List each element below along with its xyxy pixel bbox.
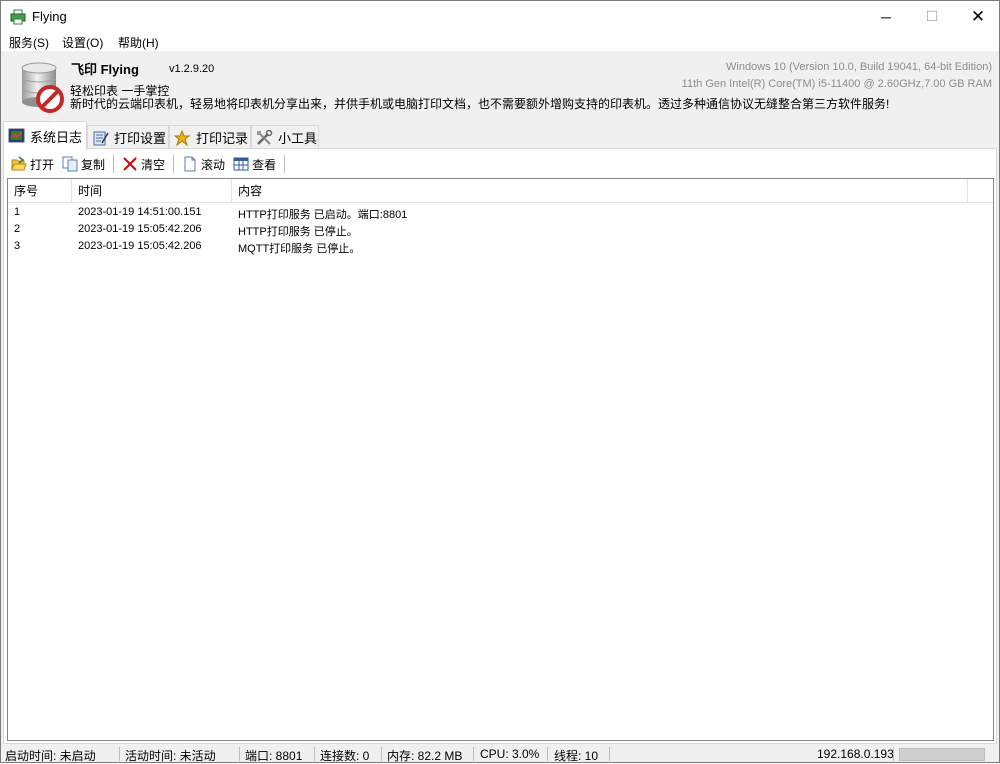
status-active-time: 活动时间: 未活动	[125, 749, 216, 763]
row-index: 1	[14, 206, 21, 218]
main-window: Flying ─ ☐ ✕ 服务(S) 设置(O) 帮助(H) 飞印 Flying…	[0, 0, 1000, 763]
printer-icon	[10, 9, 26, 25]
copy-label: 复制	[81, 157, 106, 172]
tools-icon	[257, 129, 273, 145]
log-toolbar: 打开 复制 清空 滚动 查看	[7, 152, 992, 176]
table-row[interactable]: 3 2023-01-19 15:05:42.206 MQTT打印服务 已停止。	[8, 238, 993, 255]
open-button[interactable]: 打开	[7, 153, 58, 175]
status-separator	[239, 747, 240, 761]
clear-x-icon	[123, 157, 137, 171]
column-time[interactable]: 时间	[72, 179, 232, 203]
status-separator	[314, 747, 315, 761]
status-separator	[893, 747, 894, 761]
log-list[interactable]: 序号 时间 内容 1 2023-01-19 14:51:00.151 HTTP打…	[7, 178, 994, 741]
status-threads: 线程: 10	[554, 749, 599, 763]
maximize-button[interactable]: ☐	[909, 1, 955, 32]
menu-help[interactable]: 帮助(H)	[118, 34, 159, 51]
scroll-label: 滚动	[201, 157, 226, 172]
row-time: 2023-01-19 15:05:42.206	[78, 223, 202, 235]
status-progress-bar	[899, 748, 985, 761]
status-separator	[547, 747, 548, 761]
app-version: v1.2.9.20	[169, 63, 215, 75]
status-ip: 192.168.0.193	[817, 747, 894, 761]
menu-service[interactable]: 服务(S)	[9, 34, 49, 51]
minimize-button[interactable]: ─	[863, 1, 909, 32]
column-index[interactable]: 序号	[8, 179, 72, 203]
toolbar-separator	[284, 155, 286, 173]
menu-bar: 服务(S) 设置(O) 帮助(H)	[1, 32, 999, 51]
column-content[interactable]: 内容	[232, 179, 968, 203]
scroll-button[interactable]: 滚动	[178, 153, 229, 175]
view-button[interactable]: 查看	[229, 153, 280, 175]
window-title: Flying	[32, 9, 67, 24]
close-button[interactable]: ✕	[955, 1, 1000, 32]
menu-settings[interactable]: 设置(O)	[62, 34, 103, 51]
row-index: 2	[14, 223, 21, 235]
toolbar-separator	[113, 155, 115, 173]
tab-label: 打印记录	[196, 131, 249, 146]
table-row[interactable]: 1 2023-01-19 14:51:00.151 HTTP打印服务 已启动。端…	[8, 204, 993, 221]
clear-button[interactable]: 清空	[118, 153, 169, 175]
tab-print-settings[interactable]: 打印设置	[87, 125, 169, 149]
status-separator	[609, 747, 610, 761]
list-header: 序号 时间 内容	[8, 179, 993, 203]
status-separator	[473, 747, 474, 761]
status-separator	[381, 747, 382, 761]
open-label: 打开	[30, 157, 55, 172]
status-connections: 连接数: 0	[320, 749, 370, 763]
row-content: HTTP打印服务 已停止。	[238, 226, 358, 238]
app-description: 新时代的云端印表机，轻易地将印表机分享出来，并供手机或电脑打印文档，也不需要额外…	[70, 97, 890, 111]
tab-tools[interactable]: 小工具	[251, 125, 319, 149]
status-port: 端口: 8801	[245, 749, 303, 763]
tab-system-log[interactable]: 系统日志	[3, 121, 87, 150]
clear-label: 清空	[141, 157, 166, 172]
toolbar-separator	[173, 155, 175, 173]
tab-label: 打印设置	[114, 131, 167, 146]
status-separator	[119, 747, 120, 761]
open-folder-icon	[11, 156, 27, 171]
os-info: Windows 10 (Version 10.0, Build 19041, 6…	[726, 61, 992, 73]
table-row[interactable]: 2 2023-01-19 15:05:42.206 HTTP打印服务 已停止。	[8, 221, 993, 238]
record-icon	[174, 129, 191, 146]
status-start-time: 启动时间: 未启动	[5, 749, 96, 763]
status-cpu: CPU: 3.0%	[480, 747, 540, 761]
tab-strip: 系统日志 打印设置 打印记录 小工具	[1, 121, 999, 150]
database-stop-logo-icon	[21, 62, 64, 113]
tab-print-records[interactable]: 打印记录	[169, 125, 251, 149]
status-memory: 内存: 82.2 MB	[387, 749, 463, 763]
grid-view-icon	[233, 157, 249, 171]
banner: 飞印 Flying v1.2.9.20 轻松印表 一手掌控 新时代的云端印表机，…	[1, 51, 999, 119]
title-bar[interactable]: Flying ─ ☐ ✕	[1, 1, 999, 32]
document-icon	[184, 156, 196, 172]
settings-icon	[93, 131, 109, 145]
tab-label: 系统日志	[30, 129, 83, 145]
row-time: 2023-01-19 14:51:00.151	[78, 206, 202, 218]
row-index: 3	[14, 240, 21, 252]
hardware-info: 11th Gen Intel(R) Core(TM) i5-11400 @ 2.…	[681, 78, 992, 90]
copy-button[interactable]: 复制	[58, 153, 109, 175]
system-info: Windows 10 (Version 10.0, Build 19041, 6…	[682, 59, 992, 93]
row-content: HTTP打印服务 已启动。端口:8801	[238, 209, 408, 221]
view-label: 查看	[252, 157, 277, 172]
row-time: 2023-01-19 15:05:42.206	[78, 240, 202, 252]
app-name: 飞印 Flying	[71, 62, 139, 77]
tab-label: 小工具	[278, 131, 318, 146]
status-bar: 启动时间: 未启动 活动时间: 未活动 端口: 8801 连接数: 0 内存: …	[1, 745, 999, 763]
row-content: MQTT打印服务 已停止。	[238, 243, 361, 255]
log-icon	[8, 128, 25, 143]
system-log-panel: 打开 复制 清空 滚动 查看 序号 时间 内容 1 2023-01-19 14:…	[3, 148, 997, 744]
copy-icon	[62, 156, 78, 172]
